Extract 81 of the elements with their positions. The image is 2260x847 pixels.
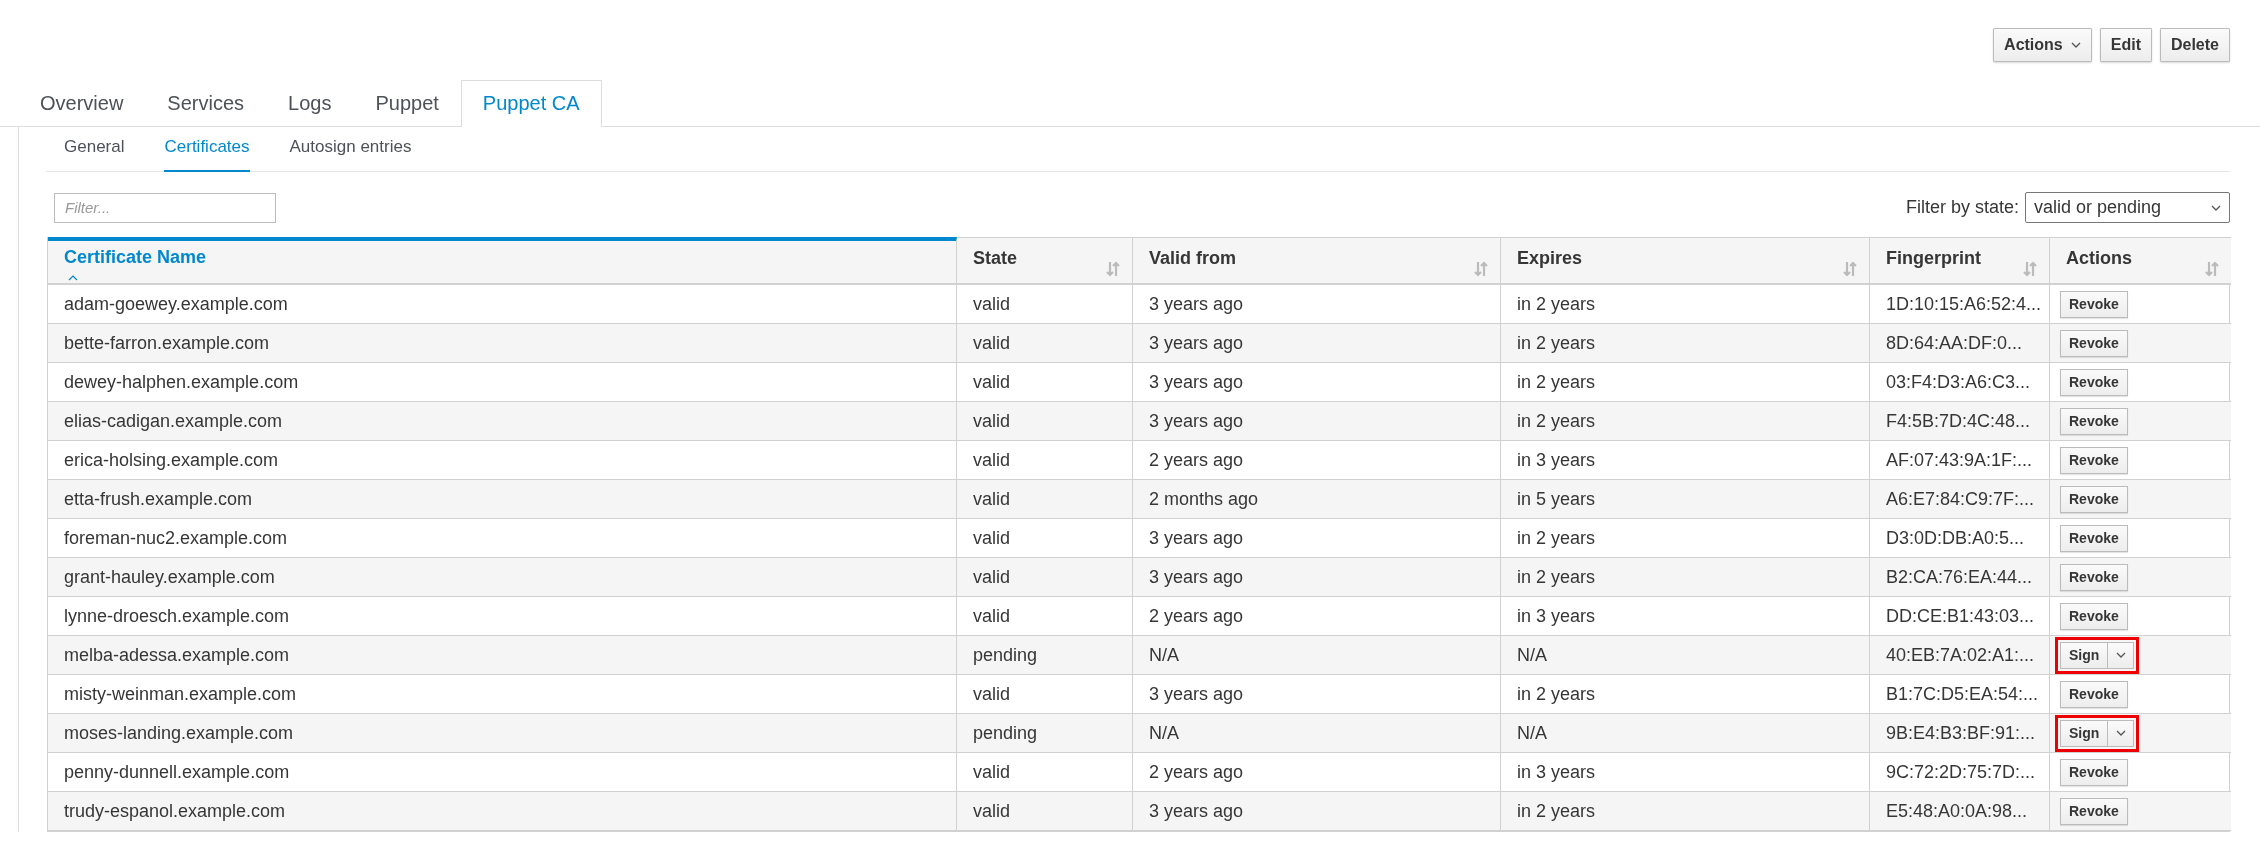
tab[interactable]: Puppet [353, 80, 461, 127]
table-cell: valid [957, 480, 1133, 519]
table-cell: in 2 years [1501, 792, 1870, 831]
table-cell: E5:48:A0:0A:98... [1870, 792, 2050, 831]
tab[interactable]: Services [145, 80, 267, 127]
tab[interactable]: Puppet CA [460, 80, 602, 127]
table-cell: 9B:E4:B3:BF:91:... [1870, 714, 2050, 753]
table-cell: N/A [1133, 714, 1501, 753]
table-cell: in 2 years [1501, 558, 1870, 597]
table-cell: elias-cadigan.example.com [48, 402, 957, 441]
revoke-button[interactable]: Revoke [2060, 407, 2128, 435]
table-cell: pending [957, 636, 1133, 675]
table-cell: N/A [1501, 714, 1870, 753]
table-cell: valid [957, 792, 1133, 831]
table-cell: etta-frush.example.com [48, 480, 957, 519]
table-cell: 3 years ago [1133, 402, 1501, 441]
sort-icon[interactable] [2023, 261, 2037, 277]
table-cell: grant-hauley.example.com [48, 558, 957, 597]
subtab[interactable]: General [64, 127, 125, 172]
caret-icon [2211, 204, 2221, 211]
table-cell: 3 years ago [1133, 324, 1501, 363]
state-select[interactable]: valid or pending [2025, 192, 2230, 223]
revoke-button[interactable]: Revoke [2060, 563, 2128, 591]
column-header[interactable]: State [957, 237, 1133, 285]
table-cell: 3 years ago [1133, 558, 1501, 597]
column-header[interactable]: Fingerprint [1870, 237, 2050, 285]
sign-button[interactable]: Sign [2060, 719, 2109, 747]
table-cell: melba-adessa.example.com [48, 636, 957, 675]
tab[interactable]: Overview [18, 80, 146, 127]
column-header[interactable]: Actions [2050, 237, 2231, 285]
revoke-button[interactable]: Revoke [2060, 680, 2128, 708]
sort-icon[interactable] [1474, 261, 1488, 277]
revoke-button[interactable]: Revoke [2060, 524, 2128, 552]
revoke-button[interactable]: Revoke [2060, 758, 2128, 786]
filter-label: Filter by state: [1905, 197, 2019, 218]
table-cell: pending [957, 714, 1133, 753]
table-cell: N/A [1133, 636, 1501, 675]
table-cell: bette-farron.example.com [48, 324, 957, 363]
dropdown-toggle[interactable] [2108, 641, 2135, 669]
sort-ascending-icon [68, 275, 78, 281]
revoke-button[interactable]: Revoke [2060, 368, 2128, 396]
tab[interactable]: Logs [266, 80, 354, 127]
table-cell: in 5 years [1501, 480, 1870, 519]
header-button[interactable]: Edit [2099, 28, 2152, 62]
table-cell: 40:EB:7A:02:A1:... [1870, 636, 2050, 675]
table-cell: 2 months ago [1133, 480, 1501, 519]
revoke-button[interactable]: Revoke [2060, 329, 2128, 357]
table-cell: 3 years ago [1133, 792, 1501, 831]
column-header[interactable]: Certificate Name [48, 237, 957, 285]
revoke-button[interactable]: Revoke [2060, 485, 2128, 513]
table-cell: N/A [1501, 636, 1870, 675]
sort-icon[interactable] [2205, 261, 2219, 277]
revoke-button[interactable]: Revoke [2060, 797, 2128, 825]
table-cell: valid [957, 324, 1133, 363]
table-cell: F4:5B:7D:4C:48... [1870, 402, 2050, 441]
sign-button[interactable]: Sign [2060, 641, 2109, 669]
column-header[interactable]: Valid from [1133, 237, 1501, 285]
caret-icon [2115, 652, 2126, 658]
table-cell: B2:CA:76:EA:44... [1870, 558, 2050, 597]
revoke-button[interactable]: Revoke [2060, 290, 2128, 318]
subtab[interactable]: Certificates [164, 127, 250, 172]
subtab[interactable]: Autosign entries [289, 127, 412, 172]
table-cell: A6:E7:84:C9:7F:... [1870, 480, 2050, 519]
filter-field[interactable]: Filter... [54, 192, 276, 223]
actions-dropdown[interactable]: Actions [1993, 28, 2092, 62]
column-header[interactable]: Expires [1501, 237, 1870, 285]
caret-icon [2070, 42, 2081, 48]
sort-icon[interactable] [1843, 261, 1857, 277]
table-cell: valid [957, 402, 1133, 441]
table-cell: valid [957, 558, 1133, 597]
table-cell: in 2 years [1501, 402, 1870, 441]
header-button[interactable]: Delete [2159, 28, 2230, 62]
sort-icon[interactable] [1106, 261, 1120, 277]
table-cell: trudy-espanol.example.com [48, 792, 957, 831]
table-cell: moses-landing.example.com [48, 714, 957, 753]
table-cell: 8D:64:AA:DF:0... [1870, 324, 2050, 363]
dropdown-toggle[interactable] [2108, 719, 2135, 747]
revoke-button[interactable]: Revoke [2060, 602, 2128, 630]
revoke-button[interactable]: Revoke [2060, 446, 2128, 474]
table-cell: in 2 years [1501, 324, 1870, 363]
caret-icon [2115, 730, 2126, 736]
